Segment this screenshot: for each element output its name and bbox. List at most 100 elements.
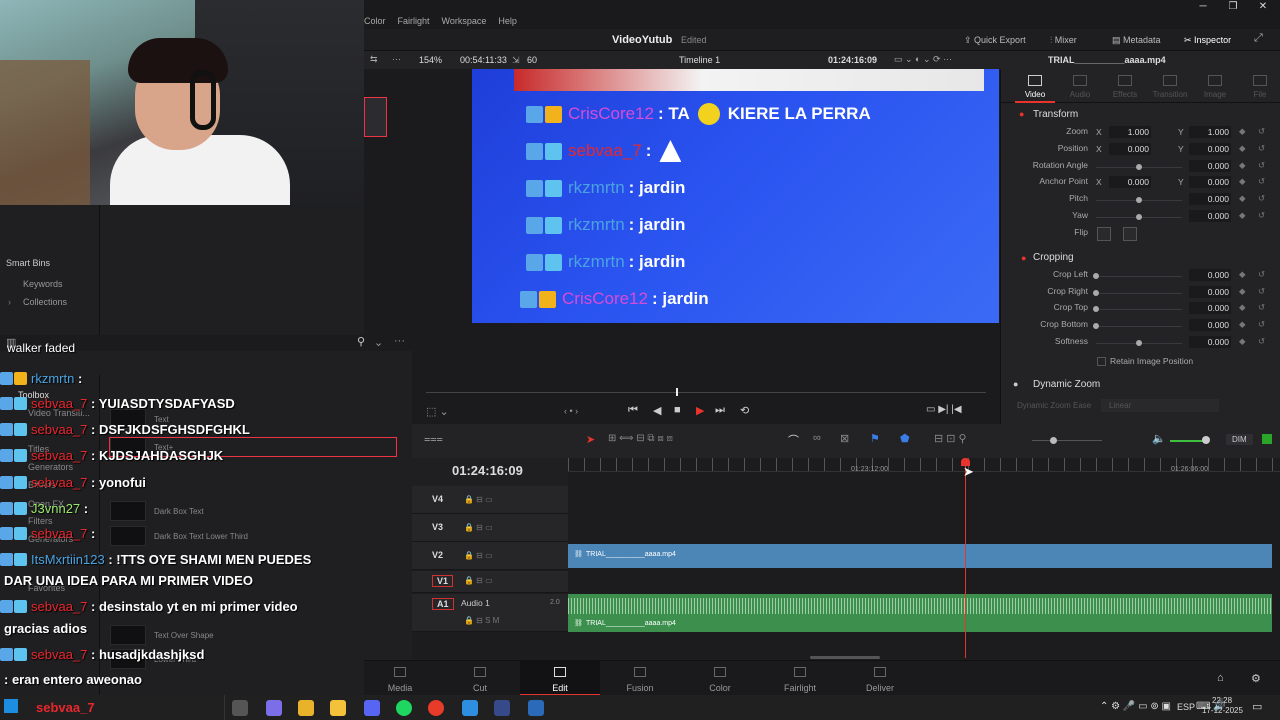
- play-reverse-icon[interactable]: ◀: [653, 404, 661, 417]
- value-field[interactable]: 0.000: [1189, 286, 1231, 298]
- track-header-v3[interactable]: V3 🔒 ⊟ ▭: [412, 514, 568, 542]
- skip-end-icon[interactable]: ⏭: [715, 404, 725, 417]
- lock-icon[interactable]: ⊠: [840, 432, 849, 445]
- resolve-icon[interactable]: [528, 700, 544, 716]
- transform-enable-icon[interactable]: ●: [1019, 109, 1024, 119]
- audio-clip-a1[interactable]: ⛓ TRIAL__________aaaa.mp4: [568, 594, 1272, 632]
- slider-track[interactable]: [1096, 309, 1182, 310]
- link-icon[interactable]: ∞: [813, 432, 821, 444]
- x-value-field[interactable]: 0.000: [1109, 176, 1151, 188]
- photos-icon[interactable]: [462, 700, 478, 716]
- reset-icon[interactable]: ↺: [1258, 126, 1265, 137]
- track-controls-icon[interactable]: 🔒 ⊟ ▭: [464, 551, 493, 560]
- x-value-field[interactable]: 0.000: [1109, 143, 1151, 155]
- slider-thumb[interactable]: [1093, 290, 1099, 296]
- menu-color[interactable]: Color: [364, 15, 386, 29]
- title-item[interactable]: Dark Box Text: [154, 507, 204, 516]
- video-clip-v2[interactable]: ⛓ TRIAL__________aaaa.mp4: [568, 544, 1272, 568]
- restore-icon[interactable]: ❐: [1218, 0, 1248, 15]
- more-options-icon[interactable]: ···: [392, 54, 401, 64]
- track-controls-icon[interactable]: 🔒 ⊟ ▭: [464, 576, 493, 585]
- flag-icon[interactable]: ⚑: [870, 432, 880, 445]
- track-header-v4[interactable]: V4 🔒 ⊟ ▭: [412, 486, 568, 514]
- zoom-slider-thumb[interactable]: [1050, 437, 1057, 444]
- keyframe-icon[interactable]: ◆: [1239, 269, 1246, 280]
- slider-thumb[interactable]: [1136, 340, 1142, 346]
- keyframe-icon[interactable]: ◆: [1239, 126, 1246, 137]
- slider-track[interactable]: [1096, 276, 1182, 277]
- collections-item[interactable]: Collections: [23, 297, 67, 307]
- reset-icon[interactable]: ↺: [1258, 302, 1265, 313]
- retain-position-checkbox[interactable]: [1097, 357, 1106, 366]
- dynamic-zoom-ease-select[interactable]: Linear: [1101, 399, 1219, 412]
- y-value-field[interactable]: 0.000: [1189, 143, 1231, 155]
- value-field[interactable]: 0.000: [1189, 302, 1231, 314]
- timeline-view-icon[interactable]: ⩶: [424, 433, 443, 446]
- clock-time[interactable]: 22:28: [1212, 696, 1232, 705]
- spotify-icon[interactable]: [396, 700, 412, 716]
- page-tab-fusion[interactable]: Fusion: [600, 661, 680, 696]
- page-tab-media[interactable]: Media: [360, 661, 440, 696]
- toolbox-item[interactable]: Filters: [28, 516, 53, 526]
- slider-thumb[interactable]: [1093, 273, 1099, 279]
- keyframe-icon[interactable]: ◆: [1239, 286, 1246, 297]
- reset-icon[interactable]: ↺: [1258, 286, 1265, 297]
- slider-track[interactable]: [1096, 293, 1182, 294]
- search-icon[interactable]: ⚲: [357, 335, 365, 348]
- inspector-tab-video[interactable]: Video: [1015, 90, 1055, 99]
- flip-horizontal-icon[interactable]: [1097, 227, 1111, 241]
- loop-icon[interactable]: ⟲: [740, 404, 749, 417]
- task-view-icon[interactable]: [232, 700, 248, 716]
- menu-fairlight[interactable]: Fairlight: [398, 15, 430, 29]
- title-thumbnail[interactable]: [110, 625, 146, 645]
- keywords-item[interactable]: Keywords: [23, 279, 63, 289]
- discord-icon[interactable]: [364, 700, 380, 716]
- play-icon[interactable]: ▶: [696, 404, 704, 417]
- zoom-level[interactable]: 154%: [419, 55, 442, 65]
- media-thumbnail[interactable]: [364, 97, 387, 137]
- track-controls-icon[interactable]: 🔒 ⊟ ▭: [464, 523, 493, 532]
- minimize-icon[interactable]: ─: [1188, 0, 1218, 15]
- match-frame-icon[interactable]: ▭ ▶| |◀: [926, 404, 962, 415]
- reset-icon[interactable]: ↺: [1258, 143, 1265, 154]
- track-controls-icon[interactable]: 🔒 ⊟ ▭: [464, 495, 493, 504]
- keyframe-icon[interactable]: ◆: [1239, 336, 1246, 347]
- notifications-icon[interactable]: ▭: [1252, 700, 1262, 713]
- dim-button[interactable]: DIM: [1226, 434, 1253, 445]
- clock-date[interactable]: 17-12-2025: [1202, 706, 1243, 715]
- x-value-field[interactable]: 1.000: [1109, 126, 1151, 138]
- title-item[interactable]: Dark Box Text Lower Third: [154, 532, 248, 541]
- system-tray-icons[interactable]: ⌃ ⚙ 🎤 ▭ ⊚ ▣: [1100, 701, 1171, 712]
- reset-icon[interactable]: ↺: [1258, 193, 1265, 204]
- slider-thumb[interactable]: [1093, 323, 1099, 329]
- keyframe-icon[interactable]: ◆: [1239, 143, 1246, 154]
- reset-icon[interactable]: ↺: [1258, 160, 1265, 171]
- flip-vertical-icon[interactable]: [1123, 227, 1137, 241]
- viewer-options-icon[interactable]: ▭ ⌄ ◐ ⌄ ⟳ ···: [894, 54, 952, 65]
- inspector-tab-effects[interactable]: Effects: [1105, 90, 1145, 99]
- slider-thumb[interactable]: [1136, 214, 1142, 220]
- value-field[interactable]: 0.000: [1189, 269, 1231, 281]
- keyframe-icon[interactable]: ◆: [1239, 319, 1246, 330]
- menu-help[interactable]: Help: [498, 15, 517, 29]
- track-header-a1[interactable]: A1 Audio 1 2.0 🔒 ⊟ S M: [412, 594, 568, 632]
- marker-icon[interactable]: ⬟: [900, 432, 910, 445]
- reset-icon[interactable]: ↺: [1258, 336, 1265, 347]
- settings-gear-icon[interactable]: ⚙: [1251, 672, 1261, 685]
- keyframe-icon[interactable]: ◆: [1239, 302, 1246, 313]
- page-tab-color[interactable]: Color: [680, 661, 760, 696]
- zoom-slider[interactable]: [1032, 440, 1102, 441]
- timeline-scrollbar[interactable]: [810, 656, 880, 659]
- metadata-button[interactable]: ▤ Metadata: [1112, 35, 1161, 46]
- home-icon[interactable]: ⌂: [1217, 672, 1224, 684]
- zoom-icons[interactable]: ⊟ ⊡ ⚲: [934, 432, 967, 445]
- snap-icon[interactable]: ⌒: [788, 432, 799, 448]
- sidebar-toggle-icon[interactable]: ⇆: [370, 54, 378, 65]
- inspector-tab-file[interactable]: File: [1240, 90, 1280, 99]
- select-tool-icon[interactable]: ➤: [586, 433, 595, 446]
- reset-icon[interactable]: ↺: [1258, 210, 1265, 221]
- slider-thumb[interactable]: [1093, 306, 1099, 312]
- scrub-bar[interactable]: [426, 392, 986, 393]
- playhead[interactable]: [965, 462, 966, 658]
- value-field[interactable]: 0.000: [1189, 160, 1231, 172]
